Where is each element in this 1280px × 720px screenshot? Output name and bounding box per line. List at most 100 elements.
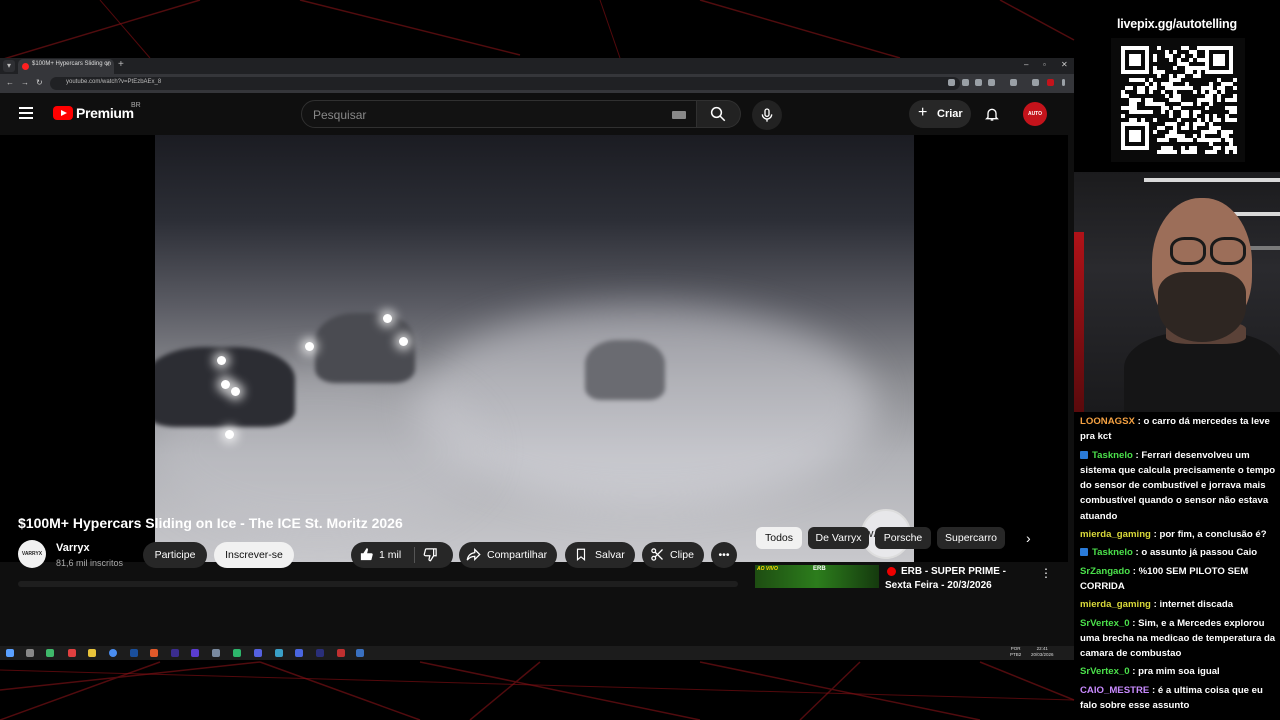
- browser-tab-youtube[interactable]: $100M+ Hypercars Sliding on ×: [18, 59, 114, 74]
- join-button[interactable]: Participe: [143, 542, 207, 568]
- tab-close-icon[interactable]: ×: [105, 60, 110, 69]
- chat-username[interactable]: mierda_gaming: [1080, 599, 1151, 610]
- notifications-bell-icon[interactable]: [984, 106, 1000, 122]
- qr-module: [1169, 114, 1173, 118]
- chat-username[interactable]: LOONAGSX: [1080, 416, 1135, 427]
- sidepanel-icon[interactable]: [1032, 79, 1039, 86]
- voice-search-button[interactable]: [752, 100, 782, 130]
- chip-porsche[interactable]: Porsche: [875, 527, 931, 549]
- tab-search-button[interactable]: ▾: [3, 60, 15, 72]
- qr-module: [1209, 90, 1213, 94]
- extension-icon[interactable]: [1010, 79, 1017, 86]
- search-button[interactable]: [697, 100, 741, 128]
- app-icon[interactable]: [46, 649, 54, 657]
- region-code: BR: [131, 102, 141, 109]
- media-encoder-icon[interactable]: [191, 649, 199, 657]
- chips-next-icon[interactable]: ›: [1026, 530, 1031, 546]
- premiere-icon[interactable]: [171, 649, 179, 657]
- cast-icon[interactable]: [948, 79, 955, 86]
- qr-module: [1221, 82, 1225, 86]
- recommendation-thumbnail[interactable]: AO VIVO ERB: [755, 565, 879, 588]
- maximize-icon[interactable]: ▫: [1043, 60, 1046, 69]
- photoshop-icon[interactable]: [130, 649, 138, 657]
- clip-button[interactable]: Clipe: [642, 542, 704, 568]
- app-icon[interactable]: [275, 649, 283, 657]
- chat-username[interactable]: CAIO_MESTRE: [1080, 685, 1149, 696]
- qr-module: [1141, 86, 1145, 90]
- chip-supercarro[interactable]: Supercarro: [937, 527, 1005, 549]
- reload-icon[interactable]: ↻: [36, 78, 43, 87]
- new-tab-icon[interactable]: +: [118, 59, 124, 70]
- like-icon[interactable]: [359, 547, 374, 562]
- app-icon[interactable]: [68, 649, 76, 657]
- description-box[interactable]: [18, 581, 738, 587]
- audition-icon[interactable]: [316, 649, 324, 657]
- discord-icon[interactable]: [254, 649, 262, 657]
- qr-module: [1173, 98, 1177, 102]
- subscribe-button[interactable]: Inscrever-se: [214, 542, 294, 568]
- profile-icon[interactable]: [1047, 79, 1054, 86]
- app-icon[interactable]: [356, 649, 364, 657]
- qr-module: [1153, 130, 1157, 134]
- qr-module: [1129, 130, 1141, 142]
- chat-username[interactable]: mierda_gaming: [1080, 529, 1151, 540]
- system-clock[interactable]: 22:41 20/03/2026: [1031, 646, 1054, 658]
- youtube-logo-icon[interactable]: [53, 106, 73, 120]
- chat-username[interactable]: SrZangado: [1080, 566, 1130, 577]
- qr-module: [1129, 98, 1133, 102]
- share-button[interactable]: Compartilhar: [459, 542, 557, 568]
- qr-module: [1121, 90, 1125, 94]
- video-frame[interactable]: VARRYX: [155, 135, 914, 562]
- like-count[interactable]: 1 mil: [379, 542, 401, 568]
- recommendation-title[interactable]: ERB - SUPER PRIME - Sexta Feira - 20/3/2…: [885, 565, 1035, 588]
- more-vertical-icon[interactable]: ⋮: [1040, 566, 1052, 580]
- bookmark-star-icon[interactable]: [988, 79, 995, 86]
- qr-module: [1205, 114, 1209, 118]
- close-window-icon[interactable]: ✕: [1061, 60, 1068, 69]
- account-avatar[interactable]: AUTO: [1023, 102, 1047, 126]
- app-icon[interactable]: [233, 649, 241, 657]
- back-icon[interactable]: ←: [6, 78, 14, 87]
- browser-menu-icon[interactable]: [1062, 79, 1065, 86]
- channel-name[interactable]: Varryx: [56, 542, 90, 554]
- microphone-icon: [761, 108, 773, 122]
- qr-module: [1193, 66, 1197, 70]
- search-input[interactable]: Pesquisar: [301, 100, 697, 128]
- language-indicator[interactable]: POR PTB2: [1010, 646, 1021, 658]
- app-icon[interactable]: [337, 649, 345, 657]
- forward-icon[interactable]: →: [21, 78, 29, 87]
- youtube-brand[interactable]: Premium: [76, 105, 134, 121]
- qr-module: [1121, 114, 1125, 118]
- zoom-icon[interactable]: [962, 79, 969, 86]
- video-player[interactable]: VARRYX: [0, 135, 1068, 562]
- qr-module: [1217, 118, 1221, 122]
- dislike-icon[interactable]: [423, 547, 438, 562]
- chat-username[interactable]: SrVertex_0: [1080, 666, 1130, 677]
- chat-username[interactable]: Tasknelo: [1092, 450, 1133, 461]
- chrome-icon[interactable]: [109, 649, 117, 657]
- more-actions-button[interactable]: •••: [711, 542, 737, 568]
- qr-module: [1189, 70, 1193, 74]
- chip-todos[interactable]: Todos: [756, 527, 802, 549]
- folder-icon[interactable]: [88, 649, 96, 657]
- start-icon[interactable]: [6, 649, 14, 657]
- qr-module: [1177, 138, 1181, 142]
- qr-code-pattern: [1121, 46, 1237, 154]
- qr-module: [1185, 82, 1189, 86]
- create-button[interactable]: + Criar: [909, 100, 971, 128]
- save-button[interactable]: Salvar: [565, 542, 635, 568]
- task-view-icon[interactable]: [26, 649, 34, 657]
- chat-username[interactable]: SrVertex_0: [1080, 618, 1130, 629]
- minimize-icon[interactable]: –: [1024, 60, 1028, 69]
- chat-username[interactable]: Tasknelo: [1092, 547, 1133, 558]
- qr-module: [1197, 70, 1201, 74]
- url-field[interactable]: youtube.com/watch?v=PtEzbAEx_8: [50, 77, 960, 90]
- app-icon[interactable]: [295, 649, 303, 657]
- app-icon[interactable]: [212, 649, 220, 657]
- menu-icon[interactable]: [19, 107, 33, 119]
- channel-avatar[interactable]: VARRYX: [18, 540, 46, 568]
- tracking-icon[interactable]: [975, 79, 982, 86]
- brave-icon[interactable]: [150, 649, 158, 657]
- keyboard-icon[interactable]: [672, 111, 686, 119]
- chip-de-varryx[interactable]: De Varryx: [808, 527, 869, 549]
